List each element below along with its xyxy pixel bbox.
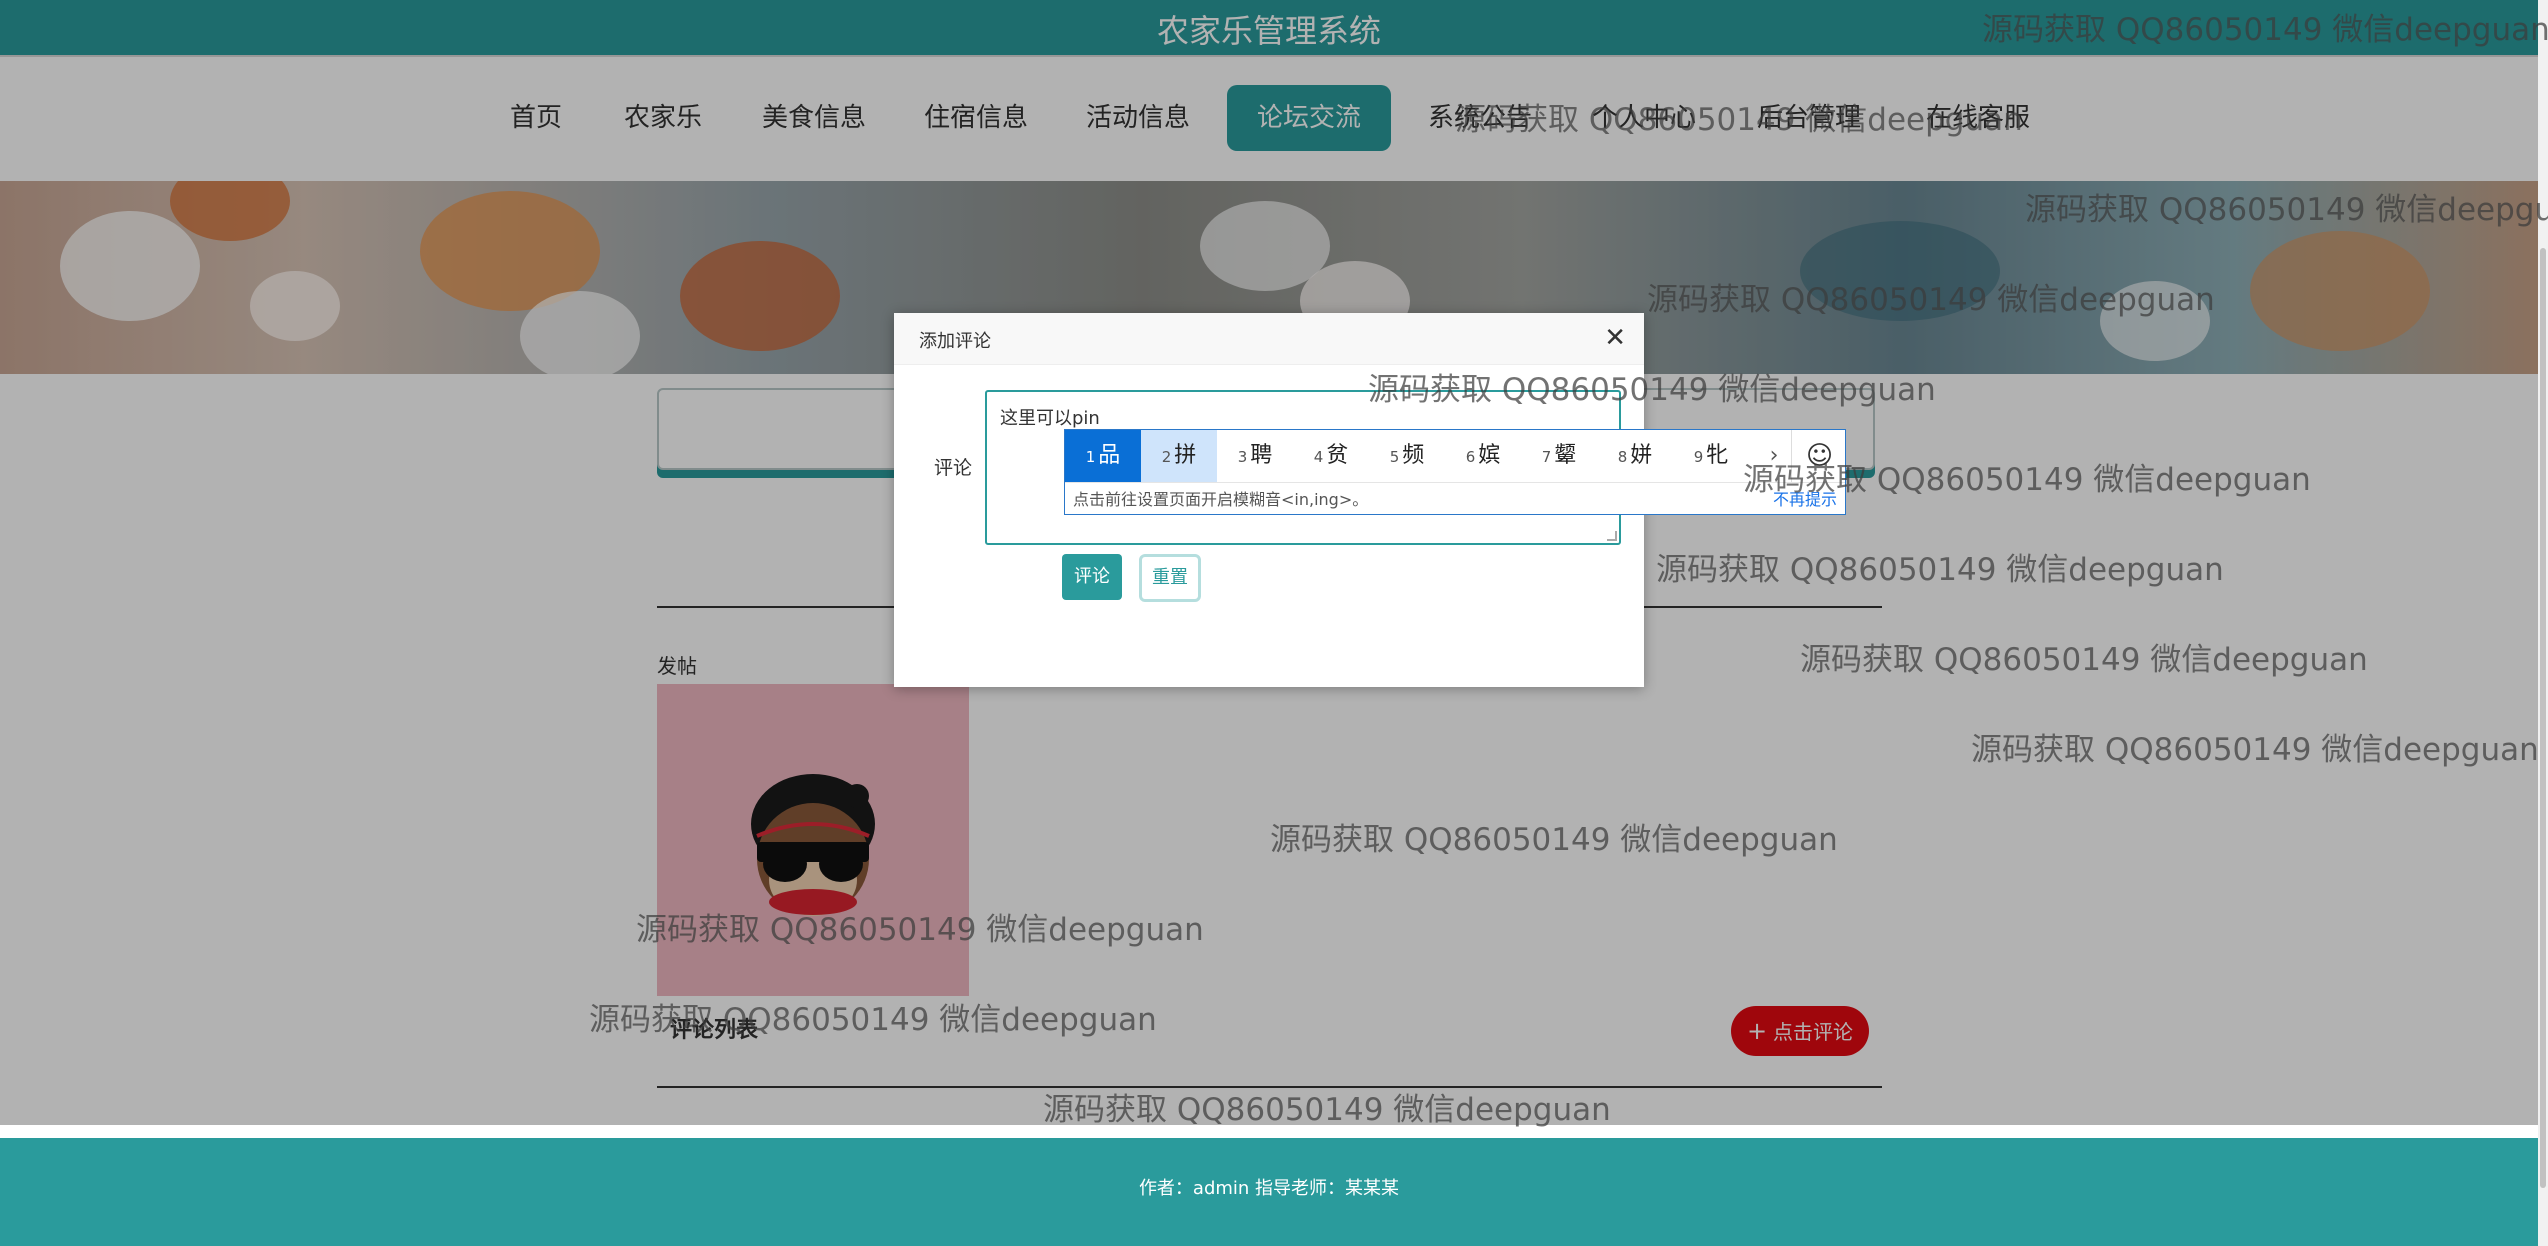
ime-divider bbox=[1065, 482, 1845, 483]
chevron-right-icon[interactable]: › bbox=[1759, 430, 1789, 482]
ime-candidate[interactable]: 6嫔 bbox=[1445, 430, 1521, 482]
reset-button[interactable]: 重置 bbox=[1139, 554, 1201, 602]
ime-candidate[interactable]: 7颦 bbox=[1521, 430, 1597, 482]
ime-candidate[interactable]: 9牝 bbox=[1673, 430, 1749, 482]
comment-textarea-value: 这里可以pin bbox=[1000, 408, 1100, 429]
ime-candidate[interactable]: 8姘 bbox=[1597, 430, 1673, 482]
emoji-icon[interactable]: ☺ bbox=[1791, 430, 1847, 482]
footer: 作者：admin 指导老师：某某某 bbox=[0, 1138, 2538, 1246]
ime-candidate[interactable]: 5频 bbox=[1369, 430, 1445, 482]
footer-text: 作者：admin 指导老师：某某某 bbox=[1138, 1178, 1400, 1199]
ime-candidate[interactable]: 3聘 bbox=[1217, 430, 1293, 482]
ime-candidate-popup: 1品 2拼 3聘 4贫 5频 6嫔 7颦 8姘 9牝 › ☺ 点击前往设置页面开… bbox=[1064, 429, 1846, 515]
ime-candidate-row: 1品 2拼 3聘 4贫 5频 6嫔 7颦 8姘 9牝 › ☺ bbox=[1065, 430, 1845, 482]
dialog-title: 添加评论 bbox=[919, 331, 991, 352]
resize-handle-icon[interactable] bbox=[1607, 531, 1617, 541]
ime-candidate[interactable]: 1品 bbox=[1065, 430, 1141, 482]
dialog-header: 添加评论 ✕ bbox=[894, 313, 1644, 365]
scrollbar-thumb[interactable] bbox=[2540, 248, 2546, 1188]
ime-candidate[interactable]: 4贫 bbox=[1293, 430, 1369, 482]
close-icon[interactable]: ✕ bbox=[1604, 323, 1626, 353]
comment-field-label: 评论 bbox=[934, 457, 973, 479]
ime-candidate[interactable]: 2拼 bbox=[1141, 430, 1217, 482]
ime-dismiss-link[interactable]: 不再提示 bbox=[1773, 486, 1837, 510]
ime-hint[interactable]: 点击前往设置页面开启模糊音<in,ing>。 bbox=[1073, 486, 1368, 510]
submit-comment-button[interactable]: 评论 bbox=[1062, 554, 1122, 600]
